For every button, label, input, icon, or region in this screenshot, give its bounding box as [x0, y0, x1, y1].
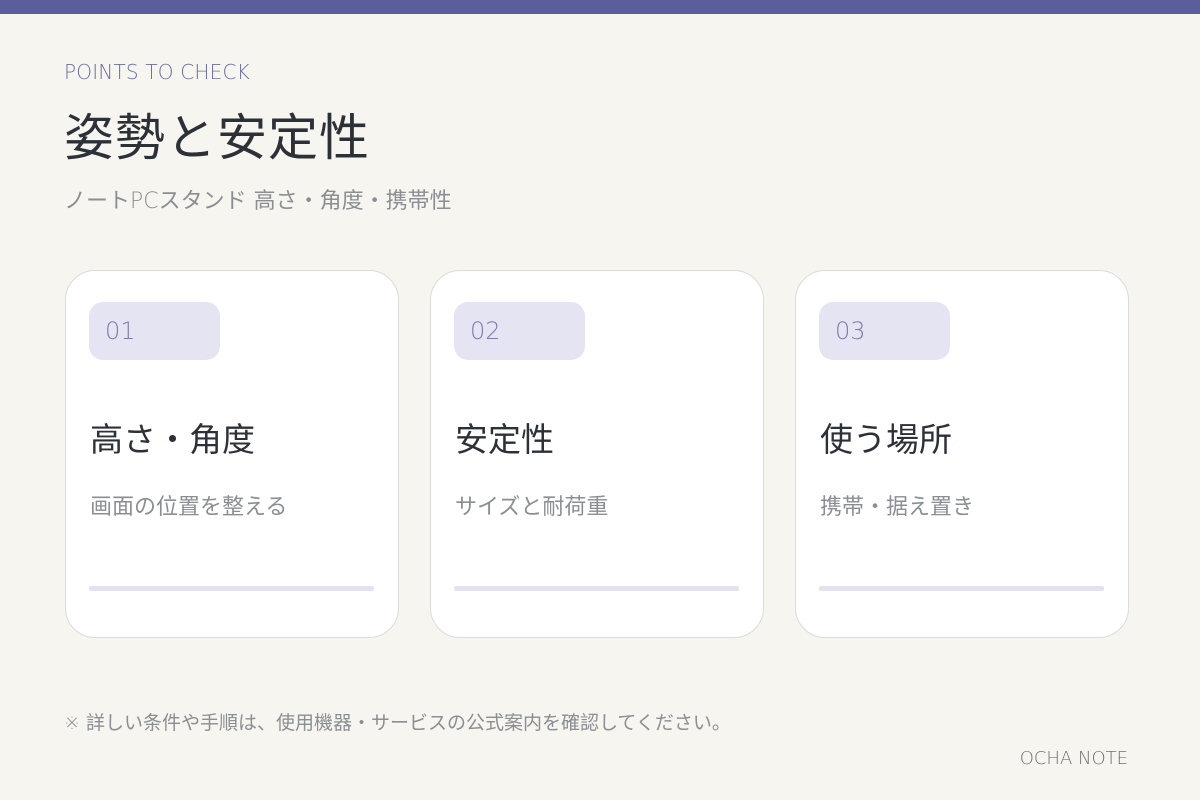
- card-description: 携帯・据え置き: [820, 495, 975, 520]
- card-number-badge: 01: [89, 302, 220, 360]
- footnote: ※ 詳しい条件や手順は、使用機器・サービスの公式案内を確認してください。: [64, 712, 731, 734]
- card-number-badge: 02: [454, 302, 585, 360]
- brand-label: OCHA NOTE: [1019, 748, 1128, 769]
- point-card-3: 03 使う場所 携帯・据え置き: [795, 270, 1129, 638]
- page-subtitle: ノートPCスタンド 高さ・角度・携帯性: [64, 189, 452, 214]
- card-divider: [819, 586, 1104, 591]
- card-title: 使う場所: [820, 420, 952, 459]
- card-title: 安定性: [455, 420, 554, 459]
- card-title: 高さ・角度: [90, 420, 255, 459]
- card-description: サイズと耐荷重: [455, 495, 609, 520]
- card-number-badge: 03: [819, 302, 950, 360]
- card-description: 画面の位置を整える: [90, 495, 288, 520]
- card-divider: [89, 586, 374, 591]
- point-card-1: 01 高さ・角度 画面の位置を整える: [65, 270, 399, 638]
- page-title: 姿勢と安定性: [64, 109, 370, 167]
- top-accent-bar: [0, 0, 1200, 14]
- card-divider: [454, 586, 739, 591]
- point-card-2: 02 安定性 サイズと耐荷重: [430, 270, 764, 638]
- section-eyebrow: POINTS TO CHECK: [64, 60, 250, 84]
